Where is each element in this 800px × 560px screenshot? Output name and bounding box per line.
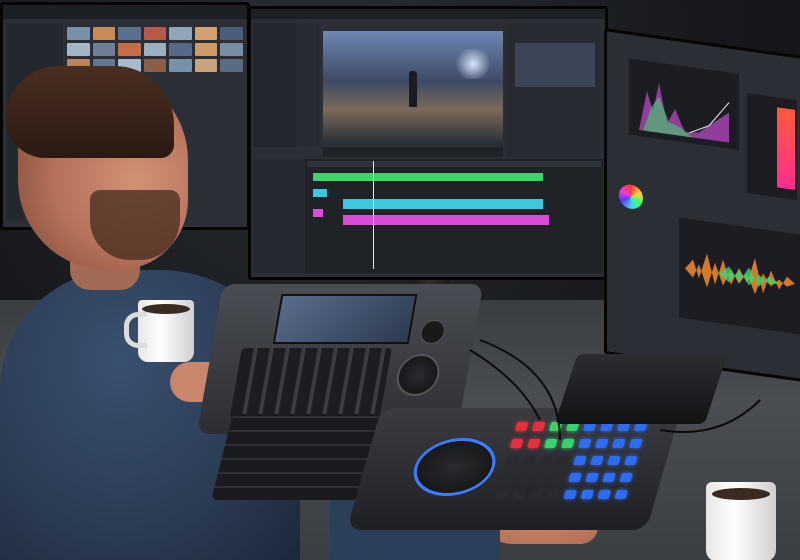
photo-scene [0,0,800,560]
cables [469,339,761,441]
